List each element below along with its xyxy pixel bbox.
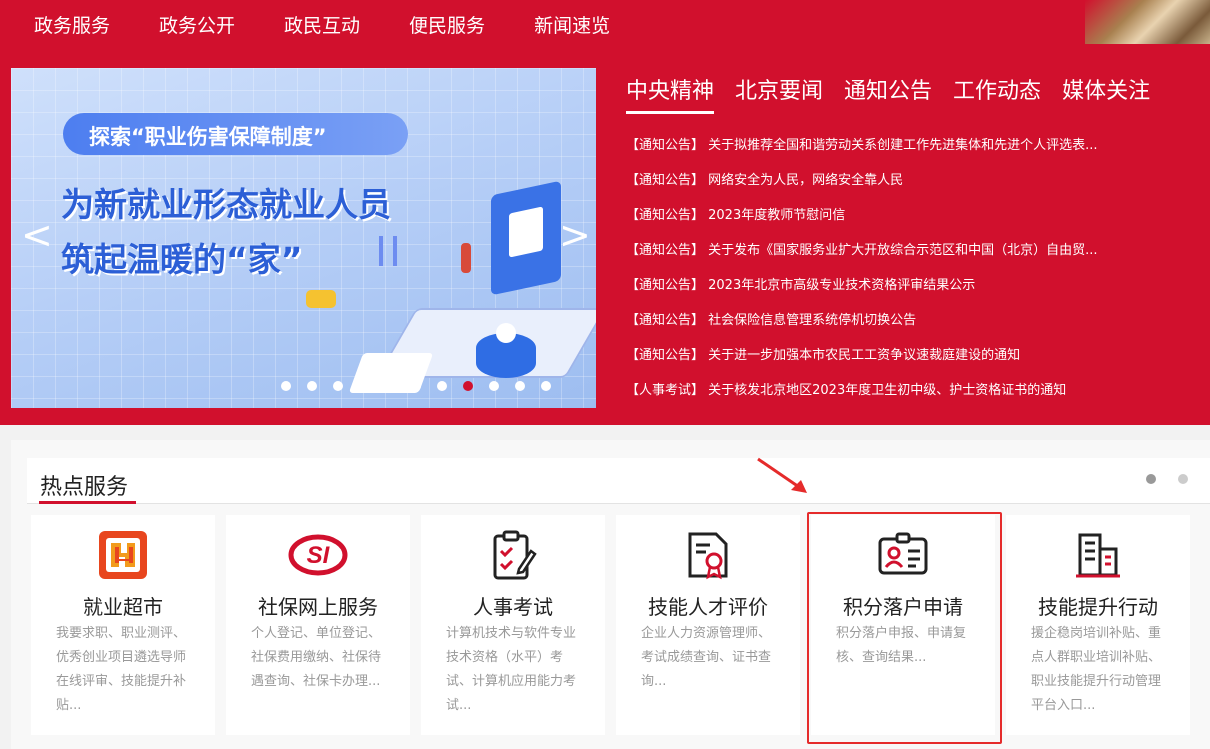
tab-notices[interactable]: 通知公告 [844,73,932,114]
carousel-dot[interactable] [489,381,499,391]
top-nav: 政务服务 政务公开 政民互动 便民服务 新闻速览 [0,0,610,52]
carousel-dot[interactable] [359,381,369,391]
carousel-dot[interactable] [281,381,291,391]
nav-item-government-services[interactable]: 政务服务 [34,0,110,52]
illustration-orb [496,323,516,343]
news-item[interactable]: 【通知公告】 网络安全为人民，网络安全靠人民 [626,163,1186,198]
card-title: 就业超市 [83,595,163,619]
carousel-dot[interactable] [333,381,343,391]
news-item[interactable]: 【通知公告】 2023年度教师节慰问信 [626,198,1186,233]
illustration-chart-icon [379,236,397,266]
card-desc: 我要求职、职业测评、优秀创业项目遴选导师在线评审、技能提升补贴... [56,626,187,713]
news-tabs: 中央精神 北京要闻 通知公告 工作动态 媒体关注 [626,73,1171,114]
illustration-car-icon [306,290,336,308]
news-item[interactable]: 【通知公告】 关于进一步加强本市农民工工资争议速裁庭建设的通知 [626,338,1186,373]
illustration-screen [491,180,561,296]
carousel-dots [281,381,551,391]
news-item[interactable]: 【通知公告】 关于拟推荐全国和谐劳动关系创建工作先进集体和先进个人评选表... [626,128,1186,163]
service-card-personnel-exam[interactable]: 人事考试 计算机技术与软件专业技术资格（水平）考试、计算机应用能力考试... [421,515,605,735]
card-title: 积分落户申请 [843,595,963,619]
carousel-dot[interactable] [515,381,525,391]
decorative-corner-image [1085,0,1210,44]
illustration-person-icon [461,243,471,273]
nav-item-interaction[interactable]: 政民互动 [284,0,360,52]
tab-central-spirit[interactable]: 中央精神 [626,73,715,114]
pager-dot[interactable] [1146,474,1156,484]
card-title: 技能提升行动 [1038,595,1158,619]
carousel-next-arrow[interactable]: > [559,216,591,254]
social-security-logo-icon: SI [288,534,348,576]
building-icon [1076,533,1120,578]
banner-headline-2: 筑起温暖的“家” [61,240,303,279]
card-title: 社保网上服务 [258,595,378,619]
annotation-arrow-icon [757,457,807,493]
service-card-job-market[interactable]: 就业超市 我要求职、职业测评、优秀创业项目遴选导师在线评审、技能提升补贴... [31,515,215,735]
service-card-social-security[interactable]: SI 社保网上服务 个人登记、单位登记、社保费用缴纳、社保待遇查询、社保卡办理.… [226,515,410,735]
nav-item-news[interactable]: 新闻速览 [534,0,610,52]
nav-item-government-affairs[interactable]: 政务公开 [159,0,235,52]
hot-services-title: 热点服务 [40,475,129,500]
tab-beijing-news[interactable]: 北京要闻 [735,73,823,114]
carousel-dot[interactable] [385,381,395,391]
id-card-icon [878,532,928,575]
news-list: 【通知公告】 关于拟推荐全国和谐劳动关系创建工作先进集体和先进个人评选表... … [626,128,1186,408]
nav-item-convenience[interactable]: 便民服务 [409,0,485,52]
news-item[interactable]: 【通知公告】 社会保险信息管理系统停机切换公告 [626,303,1186,338]
news-item[interactable]: 【通知公告】 2023年北京市高级专业技术资格评审结果公示 [626,268,1186,303]
card-desc: 企业人力资源管理师、考试成绩查询、证书查询... [641,626,772,689]
hot-services-pager [1146,474,1188,484]
exam-clipboard-icon [493,530,537,580]
banner-headline-1: 为新就业形态就业人员 [61,185,391,224]
card-desc: 积分落户申报、申请复核、查询结果... [836,626,967,665]
title-underline [39,501,136,504]
news-item[interactable]: 【人事考试】 关于核发北京地区2023年度卫生初中级、护士资格证书的通知 [626,373,1186,408]
certificate-icon [688,532,728,580]
carousel-banner[interactable]: 探索“职业伤害保障制度” 为新就业形态就业人员 筑起温暖的“家” < > [11,68,596,408]
banner-pill-text: 探索“职业伤害保障制度” [89,125,327,149]
carousel-dot[interactable] [411,381,421,391]
carousel-dot[interactable] [437,381,447,391]
top-banner-area: 政务服务 政务公开 政民互动 便民服务 新闻速览 探索“职业伤害保障制度” 为新… [0,0,1210,425]
hot-services-header: 热点服务 [27,458,1210,504]
carousel-prev-arrow[interactable]: < [21,216,53,254]
service-card-skill-evaluation[interactable]: 技能人才评价 企业人力资源管理师、考试成绩查询、证书查询... [616,515,800,735]
card-desc: 援企稳岗培训补贴、重点人群职业培训补贴、职业技能提升行动管理平台入口... [1031,626,1162,713]
card-desc: 计算机技术与软件专业技术资格（水平）考试、计算机应用能力考试... [446,626,577,713]
banner-pill: 探索“职业伤害保障制度” [63,113,408,155]
news-item[interactable]: 【通知公告】 关于发布《国家服务业扩大开放综合示范区和中国（北京）自由贸... [626,233,1186,268]
card-title: 人事考试 [473,595,553,619]
tab-work-updates[interactable]: 工作动态 [953,73,1041,114]
pager-dot[interactable] [1178,474,1188,484]
carousel-dot[interactable] [541,381,551,391]
service-card-skill-improvement[interactable]: 技能提升行动 援企稳岗培训补贴、重点人群职业培训补贴、职业技能提升行动管理平台入… [1006,515,1190,735]
service-card-points-settlement[interactable]: 积分落户申请 积分落户申报、申请复核、查询结果... [811,515,995,735]
tab-media[interactable]: 媒体关注 [1062,73,1150,114]
carousel-dot[interactable] [463,381,473,391]
carousel-dot[interactable] [307,381,317,391]
job-market-icon [99,531,147,579]
card-title: 技能人才评价 [648,595,768,619]
svg-text:SI: SI [307,542,331,569]
card-desc: 个人登记、单位登记、社保费用缴纳、社保待遇查询、社保卡办理... [251,626,382,689]
